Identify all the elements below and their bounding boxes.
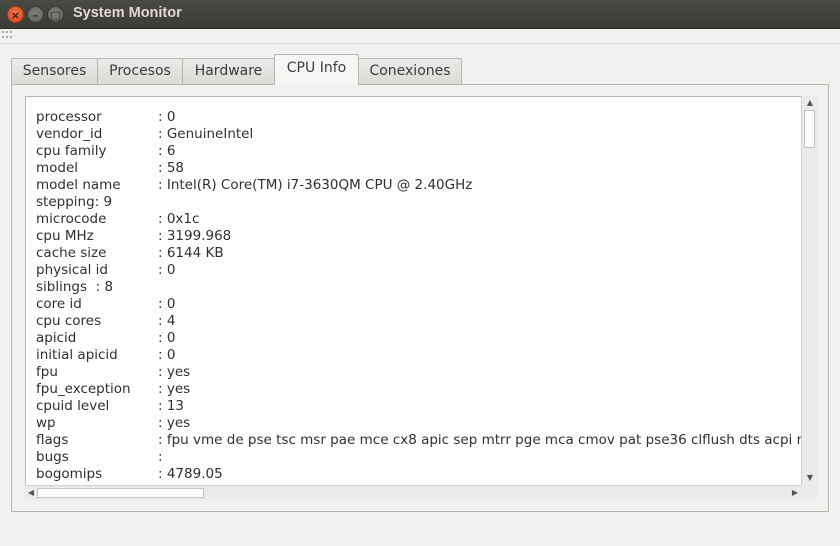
- info-key: cpu cores: [36, 313, 102, 329]
- info-value: : Intel(R) Core(TM) i7-3630QM CPU @ 2.40…: [158, 177, 473, 193]
- vertical-scrollbar[interactable]: ▲ ▼: [801, 96, 817, 485]
- scroll-left-icon[interactable]: ◀: [25, 486, 37, 500]
- horizontal-scrollbar[interactable]: ◀ ▶: [25, 485, 801, 500]
- info-row: cpu family : 6: [36, 143, 175, 160]
- info-row: bogomips : 4789.05: [36, 466, 223, 483]
- info-key: core id: [36, 296, 82, 312]
- separator: [0, 43, 840, 44]
- info-row: model : 58: [36, 160, 184, 177]
- info-row: cache size : 6144 KB: [36, 245, 224, 262]
- info-key: cpu MHz: [36, 228, 94, 244]
- info-value: : yes: [158, 364, 191, 380]
- tab-cpu-info[interactable]: CPU Info: [274, 54, 359, 85]
- info-key: model: [36, 160, 79, 176]
- info-value: : yes: [158, 381, 191, 397]
- info-key: siblings: [36, 279, 88, 295]
- info-row: processor : 0: [36, 109, 175, 126]
- info-key: cpuid level: [36, 398, 110, 414]
- info-key: fpu: [36, 364, 58, 380]
- info-value: : 0: [158, 347, 176, 363]
- info-key: cache size: [36, 245, 107, 261]
- info-key: microcode: [36, 211, 107, 227]
- info-row: wp : yes: [36, 415, 190, 432]
- info-value: : 0: [158, 109, 176, 125]
- info-value: : 58: [158, 160, 185, 176]
- tab-procesos[interactable]: Procesos: [97, 58, 183, 84]
- info-value: : GenuineIntel: [158, 126, 254, 142]
- info-value: : 8: [95, 279, 114, 295]
- info-value: : 3199.968: [158, 228, 232, 244]
- info-value: : 4789.05: [158, 466, 223, 482]
- info-value: : 0: [158, 330, 176, 346]
- info-key: stepping: [36, 194, 95, 210]
- scroll-right-icon[interactable]: ▶: [789, 486, 801, 500]
- info-row: initial apicid : 0: [36, 347, 175, 364]
- cpu-info-content: processor : 0 vendor_id : GenuineIntel cpu…: [36, 109, 816, 483]
- info-row: siblings : 8: [36, 279, 113, 296]
- info-key: bugs: [36, 449, 69, 465]
- info-row: cpu cores : 4: [36, 313, 175, 330]
- info-key: physical id: [36, 262, 108, 278]
- info-value: : yes: [158, 415, 191, 431]
- info-row: bugs:: [36, 449, 163, 466]
- scrollbar-corner: [801, 485, 817, 500]
- info-row: vendor_id : GenuineIntel: [36, 126, 253, 143]
- info-value: : 0: [158, 262, 176, 278]
- info-value: : 0: [158, 296, 176, 312]
- tab-conexiones[interactable]: Conexiones: [358, 58, 462, 84]
- info-row: cpu MHz : 3199.968: [36, 228, 231, 245]
- horizontal-scroll-thumb[interactable]: [37, 488, 204, 498]
- info-value: : 13: [158, 398, 185, 414]
- info-value: : 9: [94, 194, 113, 210]
- info-row: core id : 0: [36, 296, 175, 313]
- toolbar-grip-icon[interactable]: [2, 31, 12, 43]
- info-key: wp: [36, 415, 56, 431]
- cpu-info-text-area[interactable]: processor : 0 vendor_id : GenuineIntel cpu…: [25, 96, 817, 500]
- info-row: cpuid level : 13: [36, 398, 184, 415]
- info-key: processor: [36, 109, 102, 125]
- tab-sensores[interactable]: Sensores: [11, 58, 98, 84]
- minimize-window-button[interactable]: –: [27, 6, 44, 23]
- tab-hardware[interactable]: Hardware: [182, 58, 275, 84]
- info-row: fpu_exception : yes: [36, 381, 190, 398]
- info-key: initial apicid: [36, 347, 118, 363]
- info-value: : fpu vme de pse tsc msr pae mce cx8 api…: [158, 432, 817, 448]
- info-key: flags: [36, 432, 69, 448]
- maximize-window-button[interactable]: □: [47, 6, 64, 23]
- title-bar: × – □ System Monitor: [0, 0, 840, 29]
- scroll-down-icon[interactable]: ▼: [802, 471, 818, 485]
- info-key: cpu family: [36, 143, 107, 159]
- info-key: apicid: [36, 330, 77, 346]
- info-key: model name: [36, 177, 121, 193]
- info-value: : 6: [158, 143, 176, 159]
- info-row: stepping: 9: [36, 194, 113, 211]
- info-row: flags : fpu vme de pse tsc msr pae mce cx…: [36, 432, 816, 449]
- info-value: : 4: [158, 313, 176, 329]
- info-row: fpu : yes: [36, 364, 190, 381]
- info-row: microcode : 0x1c: [36, 211, 199, 228]
- scroll-up-icon[interactable]: ▲: [802, 96, 818, 110]
- info-key: bogomips: [36, 466, 103, 482]
- info-key: fpu_exception: [36, 381, 131, 397]
- info-row: physical id : 0: [36, 262, 175, 279]
- info-value: : 6144 KB: [158, 245, 224, 261]
- vertical-scroll-thumb[interactable]: [804, 110, 815, 148]
- info-row: model name : Intel(R) Core(TM) i7-3630QM …: [36, 177, 472, 194]
- close-window-button[interactable]: ×: [7, 6, 24, 23]
- window-title: System Monitor: [73, 5, 182, 21]
- info-value: : 0x1c: [158, 211, 200, 227]
- info-key: vendor_id: [36, 126, 103, 142]
- info-row: apicid : 0: [36, 330, 175, 347]
- info-value: :: [158, 449, 163, 465]
